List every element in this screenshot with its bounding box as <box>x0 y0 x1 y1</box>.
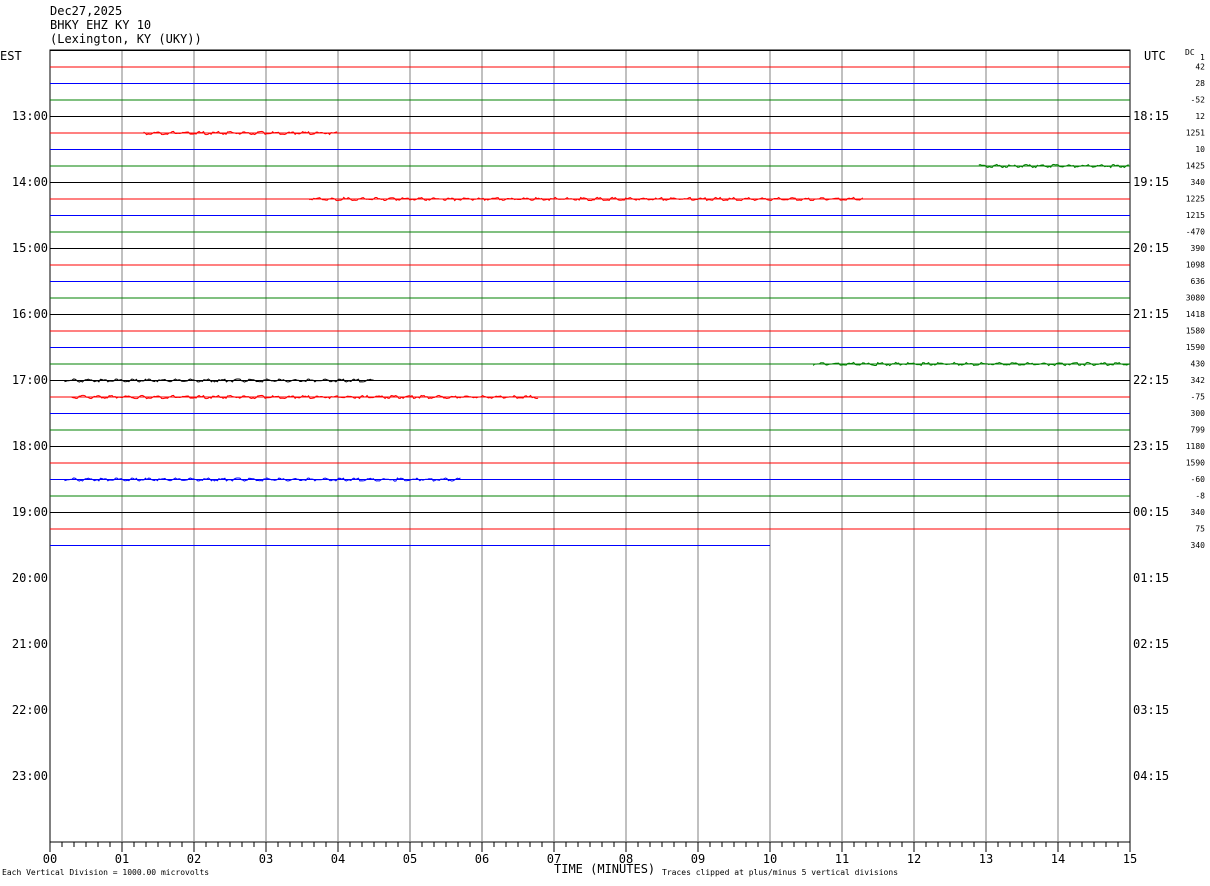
dc-offset: 1251 <box>1186 129 1205 138</box>
x-tick-label: 06 <box>475 852 489 866</box>
x-tick-label: 12 <box>907 852 921 866</box>
x-tick-label: 14 <box>1051 852 1065 866</box>
left-hour-label: 13:00 <box>12 109 48 123</box>
right-hour-label: 01:15 <box>1133 571 1169 585</box>
x-tick-label: 13 <box>979 852 993 866</box>
dc-offset: 12 <box>1195 112 1205 121</box>
left-hour-label: 20:00 <box>12 571 48 585</box>
right-hour-label: 19:15 <box>1133 175 1169 189</box>
dc-offset: 300 <box>1191 409 1206 418</box>
x-tick-label: 03 <box>259 852 273 866</box>
seismogram-plot: 00 01 02 03 04 05 06 07 08 09 10 11 12 13 14 1513:0014:… <box>12 49 1206 866</box>
left-hour-label: 16:00 <box>12 307 48 321</box>
dc-offset: 1590 <box>1186 343 1205 352</box>
dc-offset: 340 <box>1191 178 1206 187</box>
dc-offset: 1418 <box>1186 310 1205 319</box>
dc-offset: 1425 <box>1186 162 1205 171</box>
x-tick-label: 10 <box>763 852 777 866</box>
footer-clipping-note: Traces clipped at plus/minus 5 vertical … <box>662 868 899 877</box>
dc-offset: 636 <box>1191 277 1206 286</box>
dc-offset: 75 <box>1195 525 1205 534</box>
dc-offset: 1225 <box>1186 195 1205 204</box>
x-tick-label: 15 <box>1123 852 1137 866</box>
dc-offset: 430 <box>1191 360 1206 369</box>
x-tick-label: 05 <box>403 852 417 866</box>
dc-offset: 10 <box>1195 145 1205 154</box>
x-tick-label: 11 <box>835 852 849 866</box>
dc-offset: 3080 <box>1186 294 1205 303</box>
dc-offset: 340 <box>1191 508 1206 517</box>
dc-offset: 342 <box>1191 376 1206 385</box>
dc-offset: 42 <box>1195 63 1205 72</box>
left-hour-label: 18:00 <box>12 439 48 453</box>
left-hour-label: 19:00 <box>12 505 48 519</box>
dc-offset: -52 <box>1191 96 1206 105</box>
right-hour-label: 02:15 <box>1133 637 1169 651</box>
left-hour-label: 23:00 <box>12 769 48 783</box>
right-hour-label: 03:15 <box>1133 703 1169 717</box>
dc-offset: 390 <box>1191 244 1206 253</box>
dc-offset: 1098 <box>1186 261 1205 270</box>
footer-vertical-division: Each Vertical Division = 1000.00 microvo… <box>2 868 210 877</box>
dc-offset: 1580 <box>1186 327 1205 336</box>
x-tick-label: 00 <box>43 852 57 866</box>
trace-noise <box>812 361 1130 367</box>
dc-offset: 28 <box>1195 79 1205 88</box>
dc-offset: 340 <box>1191 541 1206 550</box>
left-hour-label: 14:00 <box>12 175 48 189</box>
dc-offset: 1215 <box>1186 211 1205 220</box>
x-tick-label: 02 <box>187 852 201 866</box>
x-tick-label: 09 <box>691 852 705 866</box>
dc-offset: 1180 <box>1186 442 1205 451</box>
right-hour-label: 18:15 <box>1133 109 1169 123</box>
right-hour-label: 23:15 <box>1133 439 1169 453</box>
dc-offset: -8 <box>1195 492 1205 501</box>
right-hour-label: 00:15 <box>1133 505 1169 519</box>
left-hour-label: 17:00 <box>12 373 48 387</box>
x-axis-title: TIME (MINUTES) <box>554 862 656 876</box>
left-hour-label: 21:00 <box>12 637 48 651</box>
right-hour-label: 21:15 <box>1133 307 1169 321</box>
right-hour-label: 20:15 <box>1133 241 1169 255</box>
x-tick-label: 01 <box>115 852 129 866</box>
right-hour-label: 22:15 <box>1133 373 1169 387</box>
right-hour-label: 04:15 <box>1133 769 1169 783</box>
dc-offset: 1590 <box>1186 459 1205 468</box>
left-hour-label: 22:00 <box>12 703 48 717</box>
dc-offset: 1 <box>1200 53 1205 62</box>
x-tick-label: 04 <box>331 852 345 866</box>
dc-offset: -75 <box>1191 393 1206 402</box>
left-hour-label: 15:00 <box>12 241 48 255</box>
dc-offset: -470 <box>1186 228 1205 237</box>
dc-offset: 799 <box>1191 426 1206 435</box>
dc-offset: -60 <box>1191 475 1206 484</box>
